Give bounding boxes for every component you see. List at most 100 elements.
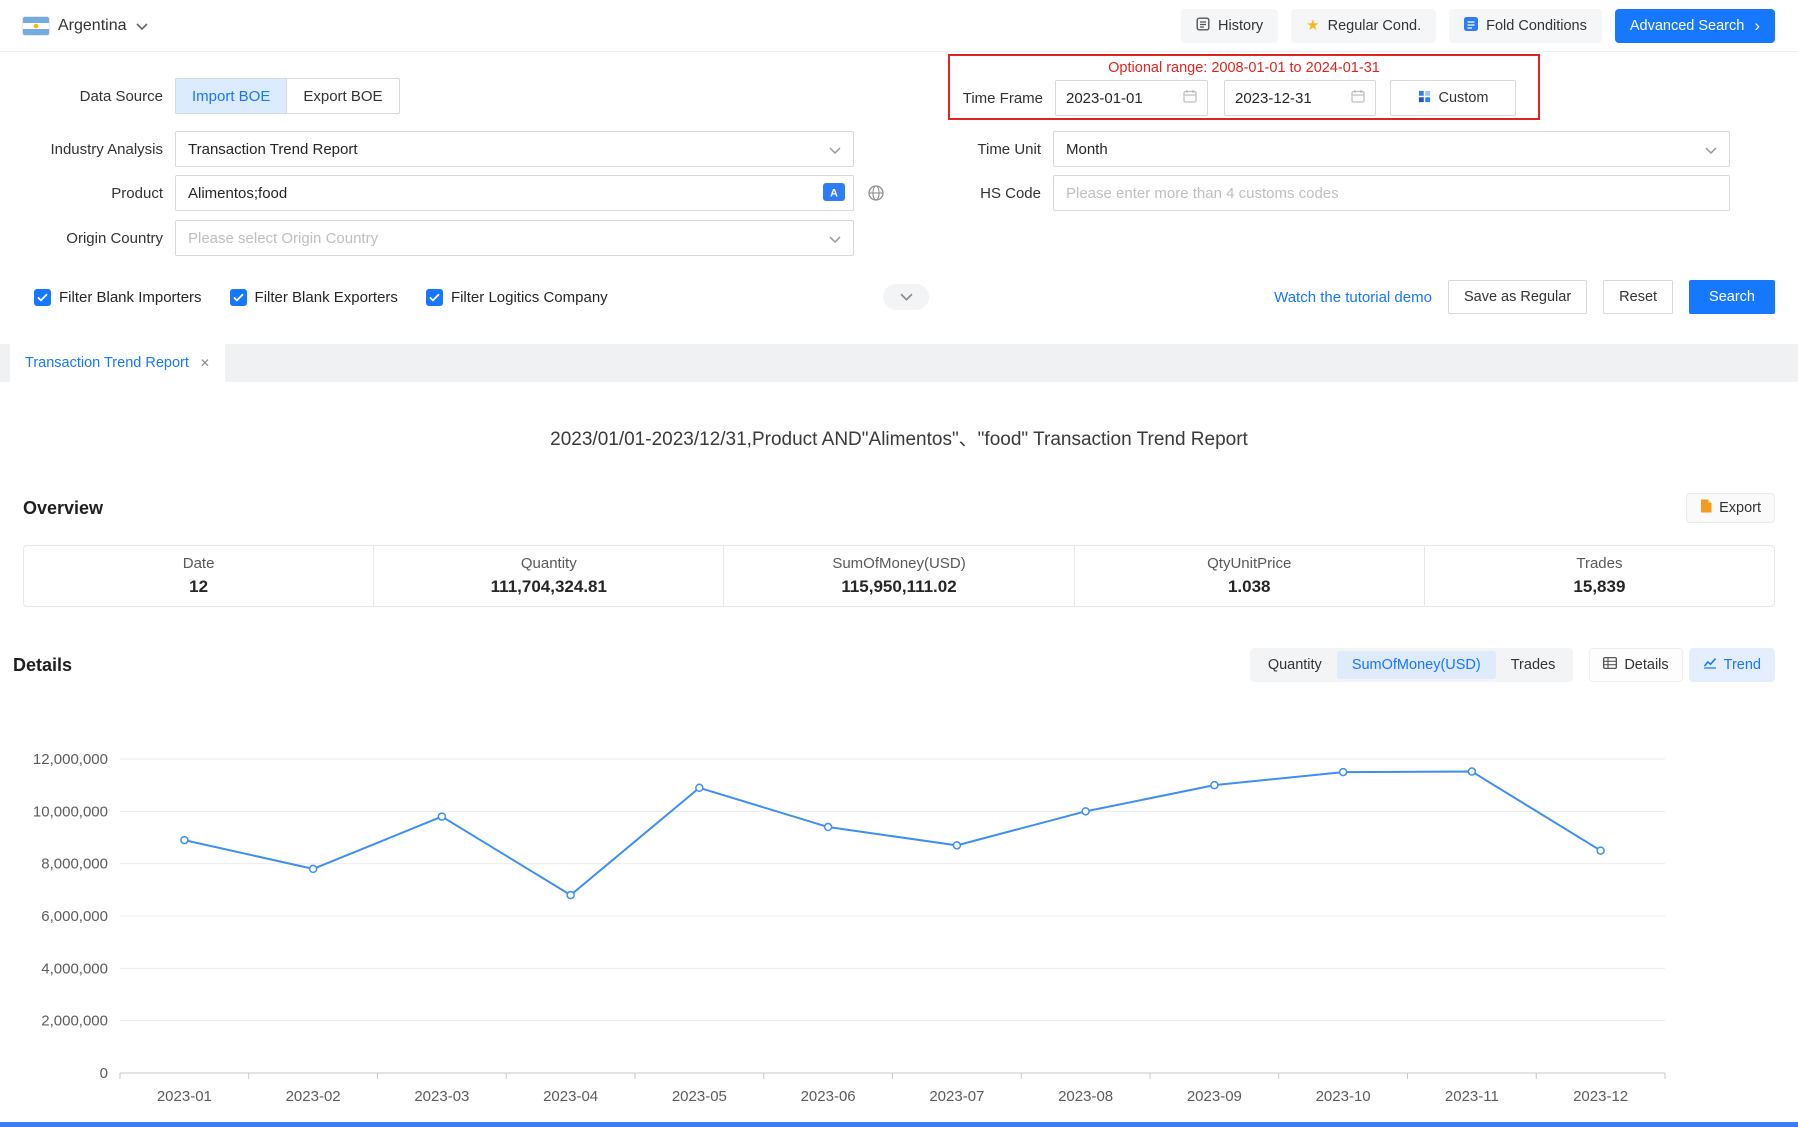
tutorial-demo-link[interactable]: Watch the tutorial demo bbox=[1274, 289, 1432, 306]
hs-code-input[interactable] bbox=[1053, 175, 1730, 211]
history-button[interactable]: History bbox=[1181, 9, 1278, 43]
stat-sum-of-money: SumOfMoney(USD) 115,950,111.02 bbox=[723, 546, 1073, 606]
filter-label: Filter Logitics Company bbox=[451, 289, 608, 306]
custom-range-button[interactable]: Custom bbox=[1390, 80, 1516, 116]
stat-label: QtyUnitPrice bbox=[1075, 555, 1424, 572]
svg-text:2023-11: 2023-11 bbox=[1445, 1088, 1499, 1105]
checkbox-checked-icon bbox=[230, 289, 247, 306]
filter-label: Filter Blank Exporters bbox=[255, 289, 398, 306]
star-icon: ★ bbox=[1306, 18, 1319, 33]
metric-tab-sum-of-money[interactable]: SumOfMoney(USD) bbox=[1337, 651, 1496, 679]
expand-conditions-button[interactable] bbox=[883, 284, 929, 310]
tab-close-icon[interactable]: ✕ bbox=[200, 356, 210, 370]
chevron-down-icon bbox=[829, 230, 841, 247]
filter-blank-importers-checkbox[interactable]: Filter Blank Importers bbox=[34, 289, 202, 306]
history-icon bbox=[1196, 17, 1210, 35]
svg-text:2023-01: 2023-01 bbox=[157, 1088, 212, 1105]
stat-trades: Trades 15,839 bbox=[1424, 546, 1774, 606]
chevron-down-icon bbox=[136, 17, 148, 35]
chevron-down-icon bbox=[1705, 141, 1717, 158]
tab-label: Transaction Trend Report bbox=[25, 355, 189, 371]
report-content: 2023/01/01-2023/12/31,Product AND"Alimen… bbox=[0, 424, 1798, 1118]
search-form: Data Source Import BOE Export BOE Option… bbox=[0, 52, 1798, 344]
horizontal-scrollbar[interactable] bbox=[0, 1122, 1798, 1127]
filter-logistics-company-checkbox[interactable]: Filter Logitics Company bbox=[426, 289, 608, 306]
import-boe-option[interactable]: Import BOE bbox=[176, 79, 286, 113]
checkbox-checked-icon bbox=[34, 289, 51, 306]
svg-text:2023-04: 2023-04 bbox=[543, 1088, 598, 1105]
line-chart-icon bbox=[1703, 657, 1717, 673]
export-file-icon bbox=[1700, 499, 1712, 517]
metric-tab-quantity[interactable]: Quantity bbox=[1253, 651, 1337, 679]
export-button[interactable]: Export bbox=[1686, 493, 1775, 523]
data-source-toggle: Import BOE Export BOE bbox=[175, 78, 400, 114]
export-label: Export bbox=[1719, 500, 1761, 516]
country-selector[interactable]: Argentina bbox=[23, 17, 148, 35]
end-date-input[interactable]: 2023-12-31 bbox=[1224, 80, 1376, 116]
fold-conditions-button[interactable]: Fold Conditions bbox=[1449, 9, 1602, 43]
regular-cond-label: Regular Cond. bbox=[1328, 18, 1422, 34]
stat-label: Quantity bbox=[374, 555, 723, 572]
advanced-search-button[interactable]: Advanced Search › bbox=[1615, 9, 1775, 43]
calendar-icon[interactable] bbox=[1183, 89, 1197, 107]
tab-transaction-trend-report[interactable]: Transaction Trend Report ✕ bbox=[10, 344, 225, 382]
fold-icon bbox=[1464, 17, 1478, 35]
origin-country-placeholder: Please select Origin Country bbox=[188, 230, 378, 247]
custom-grid-icon bbox=[1418, 90, 1431, 107]
svg-text:6,000,000: 6,000,000 bbox=[41, 908, 108, 925]
stat-value: 12 bbox=[24, 577, 373, 597]
search-button[interactable]: Search bbox=[1689, 280, 1775, 314]
export-boe-option[interactable]: Export BOE bbox=[286, 79, 398, 113]
details-heading: Details bbox=[13, 655, 72, 676]
save-as-regular-button[interactable]: Save as Regular bbox=[1448, 280, 1587, 314]
metric-tab-trades[interactable]: Trades bbox=[1496, 651, 1571, 679]
custom-label: Custom bbox=[1439, 90, 1489, 106]
time-frame-label: Time Frame bbox=[958, 90, 1055, 107]
reset-button[interactable]: Reset bbox=[1603, 280, 1673, 314]
chevron-down-icon bbox=[829, 141, 841, 158]
origin-country-label: Origin Country bbox=[0, 230, 175, 247]
fold-conditions-label: Fold Conditions bbox=[1486, 18, 1587, 34]
svg-text:2023-12: 2023-12 bbox=[1573, 1088, 1628, 1105]
data-source-label: Data Source bbox=[0, 88, 175, 105]
advanced-search-label: Advanced Search bbox=[1630, 18, 1744, 34]
svg-text:10,000,000: 10,000,000 bbox=[33, 803, 108, 820]
svg-text:2023-08: 2023-08 bbox=[1058, 1088, 1113, 1105]
stat-value: 1.038 bbox=[1075, 577, 1424, 597]
industry-analysis-select[interactable]: Transaction Trend Report bbox=[175, 131, 854, 167]
form-actions: Watch the tutorial demo Save as Regular … bbox=[1274, 280, 1775, 314]
filter-blank-exporters-checkbox[interactable]: Filter Blank Exporters bbox=[230, 289, 398, 306]
stat-value: 111,704,324.81 bbox=[374, 577, 723, 597]
details-header-row: Details Quantity SumOfMoney(USD) Trades … bbox=[0, 647, 1798, 683]
svg-text:2023-10: 2023-10 bbox=[1316, 1088, 1371, 1105]
trend-chart-area: 02,000,0004,000,0006,000,0008,000,00010,… bbox=[0, 713, 1798, 1118]
view-details-button[interactable]: Details bbox=[1589, 648, 1682, 682]
regular-cond-button[interactable]: ★ Regular Cond. bbox=[1291, 9, 1436, 43]
hs-code-row: HS Code bbox=[880, 175, 1730, 211]
topbar: Argentina History ★ Regular Cond. Fold C… bbox=[0, 0, 1798, 52]
origin-country-row: Origin Country Please select Origin Coun… bbox=[0, 220, 854, 256]
optional-range-note: Optional range: 2008-01-01 to 2024-01-31 bbox=[950, 60, 1538, 76]
report-tab-strip: Transaction Trend Report ✕ bbox=[0, 344, 1798, 382]
hs-code-label: HS Code bbox=[880, 185, 1053, 202]
product-input-wrap: A bbox=[175, 175, 854, 211]
start-date-input[interactable]: 2023-01-01 bbox=[1055, 80, 1208, 116]
time-frame-highlight-box: Optional range: 2008-01-01 to 2024-01-31… bbox=[948, 54, 1540, 120]
start-date-value: 2023-01-01 bbox=[1066, 90, 1143, 107]
product-row: Product A bbox=[0, 175, 885, 211]
data-source-row: Data Source Import BOE Export BOE bbox=[0, 78, 400, 114]
origin-country-select[interactable]: Please select Origin Country bbox=[175, 220, 854, 256]
translate-icon[interactable]: A bbox=[823, 183, 845, 201]
svg-text:2023-07: 2023-07 bbox=[929, 1088, 984, 1105]
svg-text:0: 0 bbox=[100, 1065, 108, 1082]
stat-label: SumOfMoney(USD) bbox=[724, 555, 1073, 572]
view-trend-button[interactable]: Trend bbox=[1689, 648, 1775, 682]
industry-analysis-label: Industry Analysis bbox=[0, 141, 175, 158]
svg-text:8,000,000: 8,000,000 bbox=[41, 856, 108, 873]
trend-chart: 02,000,0004,000,0006,000,0008,000,00010,… bbox=[10, 713, 1760, 1113]
product-input[interactable] bbox=[175, 175, 854, 211]
time-unit-select[interactable]: Month bbox=[1053, 131, 1730, 167]
argentina-flag-icon bbox=[23, 17, 49, 35]
svg-text:A: A bbox=[830, 188, 838, 200]
calendar-icon[interactable] bbox=[1351, 89, 1365, 107]
